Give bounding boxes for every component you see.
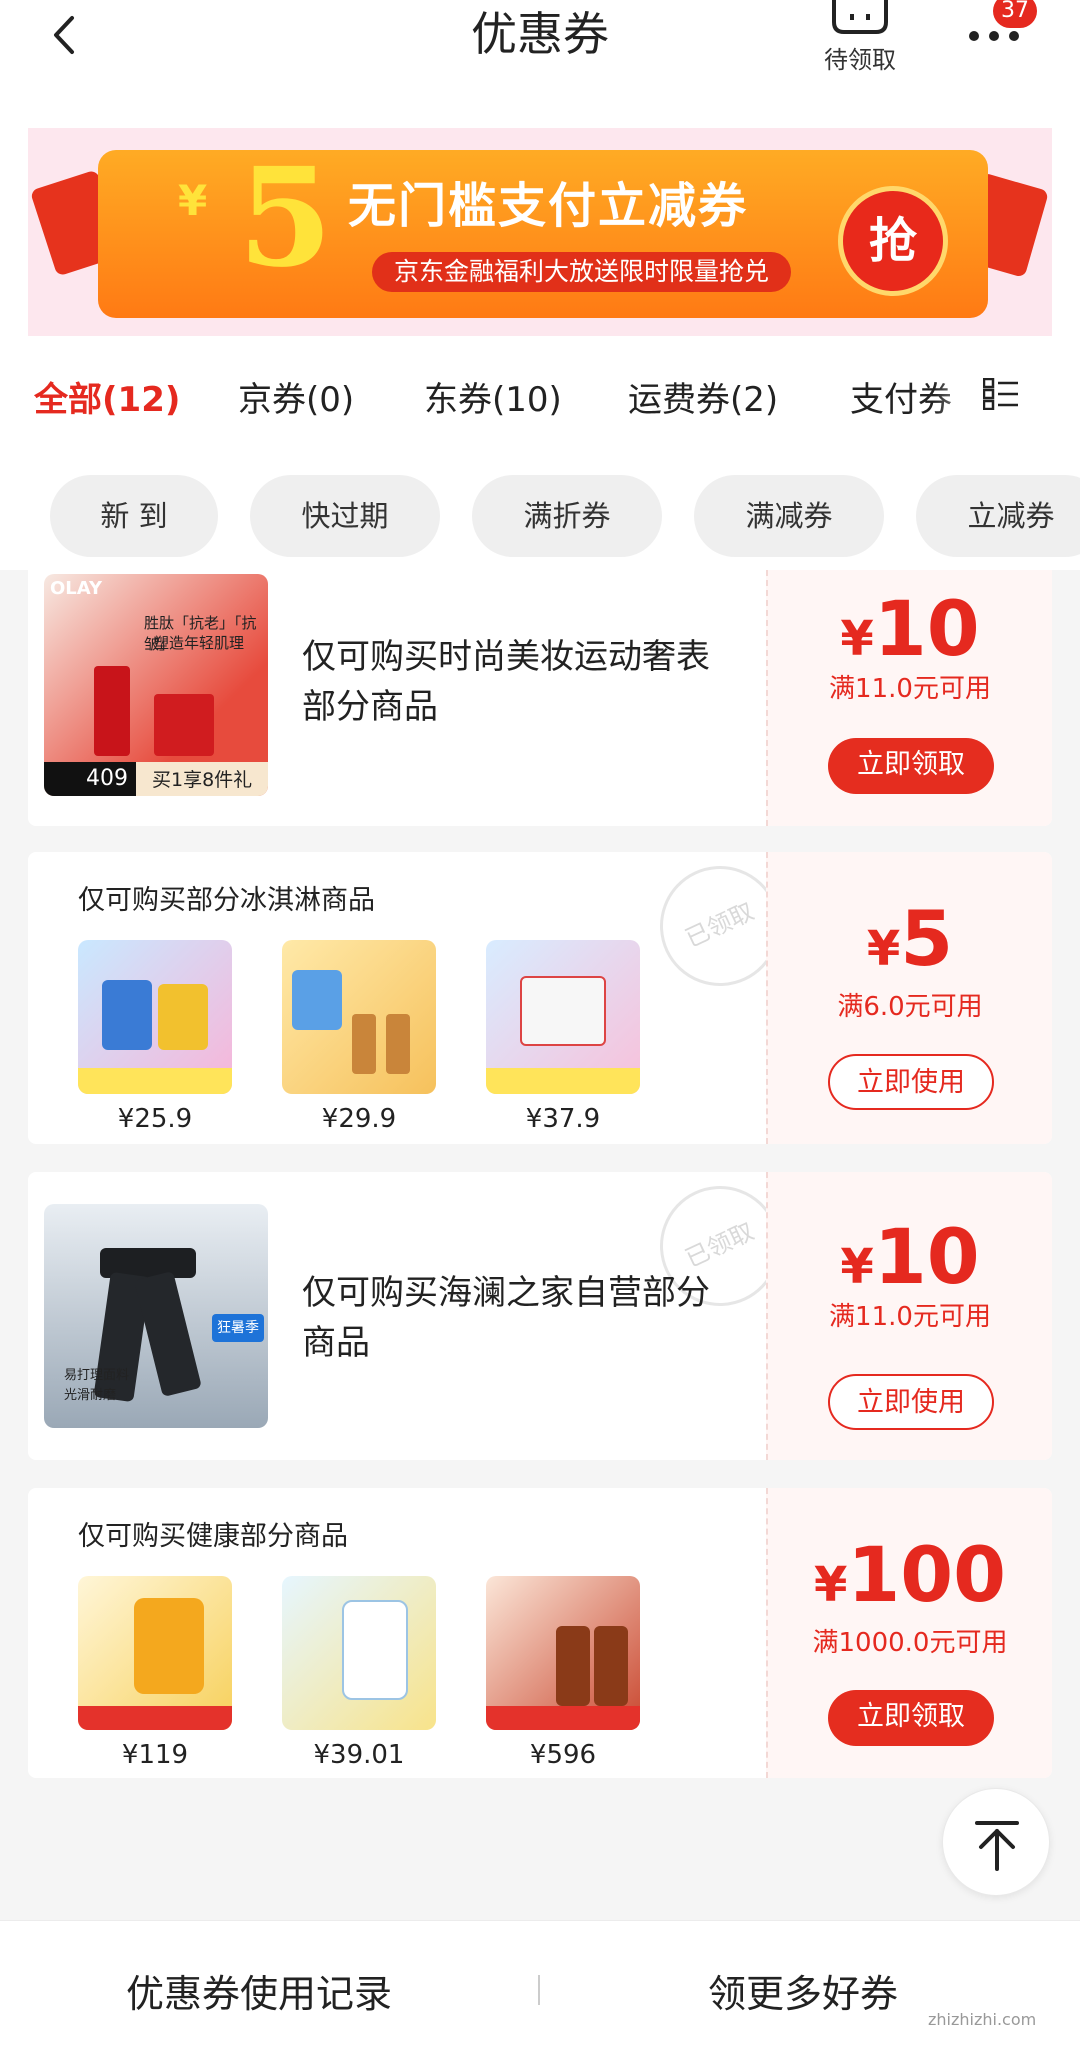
product-pack [158,984,208,1050]
tab-shipping-coupon[interactable]: 运费券(2) [628,372,778,421]
tab-jd-coupon[interactable]: 京券(0) [238,372,354,421]
coupon-scope-text: 仅可购买部分冰淇淋商品 [78,885,375,916]
coupon-value-panel: ¥5 满6.0元可用 立即使用 [766,852,1052,1144]
product-box [154,694,214,756]
back-to-top-button[interactable] [942,1788,1050,1896]
banner-grab-button[interactable]: 抢 [838,186,948,296]
coupon-condition: 满11.0元可用 [829,1302,991,1332]
product-box [520,976,606,1046]
more-coupons-link[interactable]: 领更多好券 [708,1963,898,2018]
pending-label: 待领取 [824,46,896,74]
product-bottle [556,1626,590,1706]
product-thumbnail[interactable] [282,940,436,1094]
product-thumbnail[interactable] [78,1576,232,1730]
product-bottle [94,666,130,756]
product-price: ¥37.9 [525,1104,601,1134]
thumb-price: 409 [44,762,136,796]
product-bottle [134,1598,204,1694]
chip-full-reduction[interactable]: 满减券 [694,475,884,557]
thumb-promo: 狂暑季 [212,1314,264,1342]
product-price: ¥119 [121,1740,189,1770]
pants-leg [134,1270,202,1398]
product-thumbnail[interactable] [486,1576,640,1730]
coupon-history-link[interactable]: 优惠券使用记录 [126,1963,392,2018]
coupon-card[interactable]: OLAY 胜肽「抗老」「抗皱」 塑造年轻肌理 409 买1享8件礼 仅可购买时尚… [28,570,1052,826]
chip-discount-rate[interactable]: 满折券 [472,475,662,557]
claim-button[interactable]: 立即领取 [828,738,994,794]
tab-dong-coupon[interactable]: 东券(10) [424,372,562,421]
header-bar: 优惠券 待领取 37 [0,0,1080,120]
product-thumbnail[interactable]: 狂暑季 易打理面料 光滑耐磨 [44,1204,268,1428]
product-thumbnail[interactable]: OLAY 胜肽「抗老」「抗皱」 塑造年轻肌理 409 买1享8件礼 [44,574,268,796]
pending-icon [832,0,888,34]
coupon-value-panel: ¥10 满11.0元可用 立即领取 [766,570,1052,826]
product-price: ¥596 [529,1740,597,1770]
promo-banner[interactable]: ¥ 5 无门槛支付立减券 京东金融福利大放送限时限量抢兑 抢 [0,120,1080,340]
product-price: ¥39.01 [313,1740,405,1770]
product-price: ¥29.9 [321,1104,397,1134]
coupon-amount: ¥100 [813,1530,1007,1619]
coupon-type-tabs: 全部(12) 京券(0) 东券(10) 运费券(2) 支付券 [0,340,1080,460]
coupon-scope-text: 仅可购买健康部分商品 [78,1521,348,1552]
footer-divider [538,1975,540,2005]
thumb-price-bar [486,1706,640,1730]
product-bottle [342,1600,408,1700]
thumb-price-bar [78,1706,232,1730]
coupon-scope-text: 仅可购买时尚美妆运动奢表部分商品 [302,637,710,727]
product-bottle [594,1626,628,1706]
pending-coupons-button[interactable]: 待领取 [820,0,900,74]
cone [386,1014,410,1074]
product-pack [102,980,152,1050]
thumb-brand: OLAY [50,578,103,599]
coupon-condition: 满1000.0元可用 [812,1628,1008,1658]
coupon-amount: ¥5 [866,894,954,983]
coupon-condition: 满6.0元可用 [837,992,983,1022]
coupon-card[interactable]: 狂暑季 易打理面料 光滑耐磨 已领取 仅可购买海澜之家自营部分商品 ¥10 满1… [28,1172,1052,1460]
banner-amount: 5 [238,138,333,298]
product-thumbnail[interactable] [282,1576,436,1730]
cone [352,1014,376,1074]
use-button[interactable]: 立即使用 [828,1374,994,1430]
bottom-bar: 优惠券使用记录 领更多好券 [0,1920,1080,2059]
page-title: 优惠券 [471,7,609,61]
thumb-feature-2: 光滑耐磨 [64,1388,117,1403]
banner-title: 无门槛支付立减券 [348,178,749,234]
product-thumbnail[interactable] [486,940,640,1094]
chip-new[interactable]: 新 到 [50,475,218,557]
product-thumbnail[interactable] [78,940,232,1094]
chip-expiring[interactable]: 快过期 [250,475,440,557]
thumb-price-bar [486,1068,640,1094]
coupon-value-panel: ¥10 满11.0元可用 立即使用 [766,1172,1052,1460]
coupon-card[interactable]: 仅可购买健康部分商品 ¥119 ¥39.01 ¥596 ¥100 满1000.0… [28,1488,1052,1778]
chip-instant-reduction[interactable]: 立减券 [916,475,1080,557]
thumb-tagline-2: 塑造年轻肌理 [154,634,245,652]
banner-image: ¥ 5 无门槛支付立减券 京东金融福利大放送限时限量抢兑 抢 [28,128,1052,336]
banner-subtitle: 京东金融福利大放送限时限量抢兑 [372,252,792,292]
thumb-price-bar [78,1068,232,1094]
notification-badge: 37 [993,0,1037,28]
coupon-amount: ¥10 [840,1212,980,1301]
coupon-condition: 满11.0元可用 [829,674,991,704]
product-price: ¥25.9 [117,1104,193,1134]
thumb-feature: 易打理面料 [64,1368,130,1383]
product-pack [292,970,342,1030]
coupon-scope-text: 仅可购买海澜之家自营部分商品 [302,1273,710,1363]
list-view-icon[interactable] [983,378,1019,410]
filter-chips: 新 到 快过期 满折券 满减券 立减券 [0,460,1080,570]
coupon-card[interactable]: 仅可购买部分冰淇淋商品 已领取 ¥25.9 ¥29.9 ¥37.9 ¥5 满6.… [28,852,1052,1144]
tab-all[interactable]: 全部(12) [34,372,180,421]
thumb-promo: 买1享8件礼 [152,769,253,791]
claim-button[interactable]: 立即领取 [828,1690,994,1746]
banner-currency: ¥ [178,176,208,225]
coupon-value-panel: ¥100 满1000.0元可用 立即领取 [766,1488,1052,1778]
arrow-up-icon [975,1821,1019,1871]
coupon-amount: ¥10 [840,584,980,673]
watermark: zhizhizhi.com [928,2010,1037,2029]
use-button[interactable]: 立即使用 [828,1054,994,1110]
